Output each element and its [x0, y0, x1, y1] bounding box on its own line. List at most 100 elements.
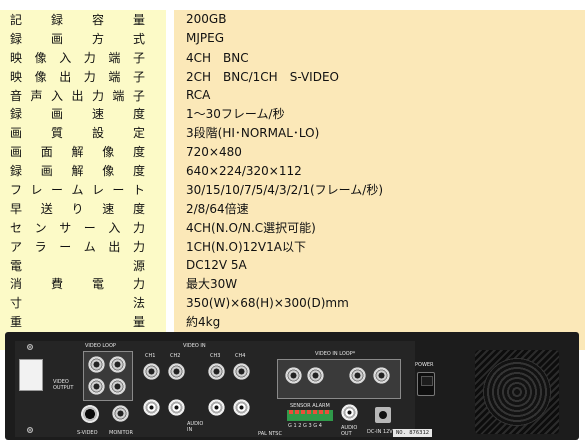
- spec-value: 4CH BNC: [174, 47, 585, 67]
- spec-label: 画質設定: [10, 124, 145, 141]
- spec-label-char: 解: [71, 145, 84, 160]
- spec-label: センサー入力: [10, 219, 145, 236]
- spec-label-char: ー: [112, 182, 125, 197]
- pal-ntsc-label: PAL NTSC: [258, 431, 282, 437]
- spec-label-char: 質: [50, 126, 63, 141]
- spec-label-char: 入: [108, 220, 121, 235]
- spec-value: 350(W)×68(H)×300(D)mm: [174, 293, 585, 313]
- spec-label-cell: 録画速度: [0, 104, 166, 124]
- spec-value: 3段階(HI･NORMAL･LO): [174, 123, 585, 143]
- spec-gap: [166, 123, 174, 143]
- spec-label-char: 力: [83, 50, 96, 65]
- spec-label-char: 方: [91, 31, 104, 46]
- spec-label-char: 画: [10, 126, 23, 141]
- spec-value: 720×480: [174, 142, 585, 162]
- spec-value: 1CH(N.O)12V1A以下: [174, 236, 585, 256]
- rca-connector: [168, 399, 185, 416]
- spec-label-char: 度: [132, 201, 145, 216]
- spec-label-char: ー: [83, 220, 96, 235]
- video-in-label: VIDEO IN: [183, 343, 206, 349]
- spec-label-char: 力: [132, 277, 145, 292]
- video-output-label: VIDEO OUTPUT: [53, 379, 74, 391]
- spec-label-char: 音: [10, 88, 23, 103]
- spec-label-char: レ: [91, 182, 104, 197]
- spec-row: 画 質 設 定 3段階(HI･NORMAL･LO): [0, 123, 585, 143]
- spec-label-char: 画: [10, 145, 23, 160]
- spec-row: 映像出力端子 2CH BNC/1CH S-VIDEO: [0, 66, 585, 86]
- spec-label-char: 声: [30, 88, 43, 103]
- spec-label-cell: 消費電力: [0, 274, 166, 294]
- bnc-connector: [143, 363, 160, 380]
- bnc-connector: [307, 367, 324, 384]
- spec-label-cell: 音声入出力端子: [0, 85, 166, 105]
- spec-label-char: 面: [40, 145, 53, 160]
- spec-value: 4CH(N.O/N.C選択可能): [174, 217, 585, 237]
- spec-label-char: レ: [30, 182, 43, 197]
- spec-label-char: 映: [10, 50, 23, 65]
- spec-label: 音声入出力端子: [10, 87, 145, 104]
- terminal-numbers: G 1 2 G 3 G 4: [288, 423, 322, 429]
- spec-label-cell: フレームレート: [0, 180, 166, 199]
- spec-label-char: 度: [132, 164, 145, 179]
- spec-label: 消費電力: [10, 275, 145, 292]
- spec-label: 録画解像度: [10, 162, 145, 179]
- spec-value: RCA: [174, 85, 585, 105]
- spec-gap: [166, 10, 174, 29]
- rca-connector: [341, 404, 358, 421]
- spec-label-char: 度: [132, 145, 145, 160]
- spec-label-char: ン: [34, 220, 47, 235]
- spec-label: 寸法: [10, 294, 145, 311]
- spec-value: 2CH BNC/1CH S-VIDEO: [174, 66, 585, 86]
- spec-value: 640×224/320×112: [174, 161, 585, 181]
- spec-label-char: 端: [108, 69, 121, 84]
- spec-label-char: 法: [132, 296, 145, 311]
- spec-gap: [166, 104, 174, 124]
- spec-label-char: 端: [112, 88, 125, 103]
- spec-label-char: ー: [59, 239, 72, 254]
- spec-label-char: 力: [91, 88, 104, 103]
- spec-label-char: 像: [102, 145, 115, 160]
- spec-row: フレームレート 30/15/10/7/5/4/3/2/1(フレーム/秒): [0, 180, 585, 199]
- spec-row: 電源 DC12V 5A: [0, 255, 585, 275]
- spec-row: 消 費 電 力 最大30W: [0, 274, 585, 294]
- spec-label: 記録容量: [10, 11, 145, 28]
- spec-table: 記録容量 200GB 録画方式 MJPEG 映像入力端子 4CH BNC 映像出力端子 2CH…: [0, 10, 585, 351]
- spec-label: 電源: [10, 257, 145, 274]
- dc-in-jack: [375, 407, 391, 423]
- spec-label-char: 端: [108, 50, 121, 65]
- bnc-connector: [168, 363, 185, 380]
- spec-label-char: 像: [34, 69, 47, 84]
- spec-label-char: ア: [10, 239, 23, 254]
- bnc-connector: [109, 378, 126, 395]
- spec-label-cell: 記録容量: [0, 10, 166, 29]
- spec-label-char: 設: [91, 126, 104, 141]
- spec-label-char: 解: [71, 164, 84, 179]
- spec-row: 録 画 解 像 度 640×224/320×112: [0, 161, 585, 181]
- spec-label: アラーム出力: [10, 238, 145, 255]
- spec-label-char: 画: [40, 164, 53, 179]
- spec-label: 映像出力端子: [10, 68, 145, 85]
- spec-value: MJPEG: [174, 28, 585, 48]
- spec-label-char: 速: [102, 201, 115, 216]
- screw-icon: [27, 344, 33, 350]
- spec-label-char: 録: [50, 12, 63, 27]
- s-video-connector: [81, 405, 99, 423]
- spec-label-char: 録: [10, 164, 23, 179]
- spec-value: 30/15/10/7/5/4/3/2/1(フレーム/秒): [174, 180, 585, 199]
- serial-number-label: NO. 876312: [393, 429, 433, 437]
- spec-label-char: ム: [71, 182, 84, 197]
- spec-label-char: 電: [10, 258, 23, 273]
- spec-gap: [166, 293, 174, 313]
- rca-connector: [233, 399, 250, 416]
- spec-label-char: 子: [132, 88, 145, 103]
- audio-out-label: AUDIO OUT: [341, 425, 358, 437]
- spec-row: 音声入出力端子 RCA: [0, 85, 585, 105]
- connector-panel: VIDEO LOOP VIDEO OUTPUT VIDEO IN CH1 CH2…: [15, 341, 415, 437]
- monitor-label: MONITOR: [109, 430, 133, 436]
- spec-gap: [166, 47, 174, 67]
- spec-value: 2/8/64倍速: [174, 198, 585, 218]
- spec-value: 200GB: [174, 10, 585, 29]
- spec-label-cell: 重量: [0, 312, 166, 332]
- spec-row: 録 画 方 式 MJPEG: [0, 28, 585, 48]
- spec-label-char: 容: [91, 12, 104, 27]
